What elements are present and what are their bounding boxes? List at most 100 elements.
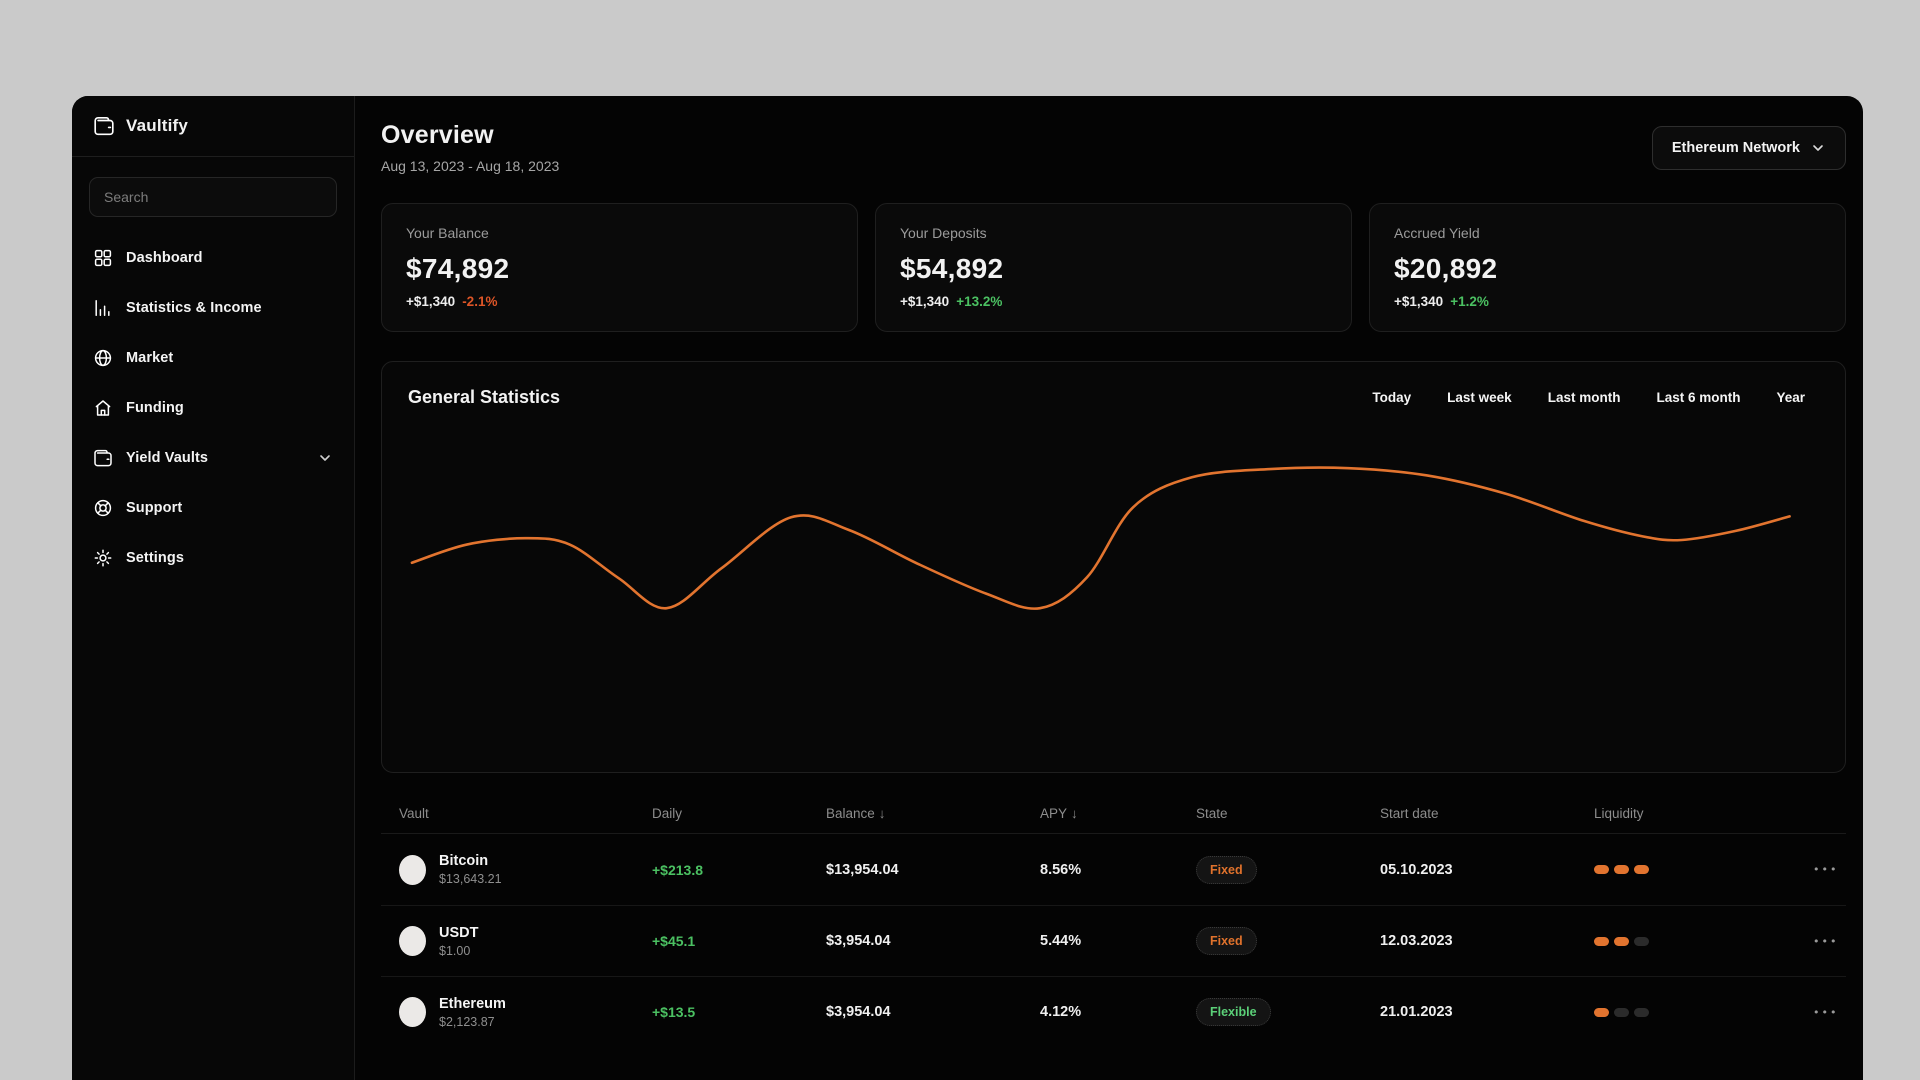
change-amount: +$1,340 bbox=[406, 294, 456, 309]
stat-card-change: +$1,340 +13.2% bbox=[900, 294, 1327, 309]
vault-cell: Bitcoin $13,643.21 bbox=[399, 853, 652, 886]
column-header-vault: Vault bbox=[399, 806, 429, 821]
network-selector[interactable]: Ethereum Network bbox=[1651, 126, 1846, 170]
sidebar-item-label: Statistics & Income bbox=[126, 300, 262, 316]
column-header-daily: Daily bbox=[652, 806, 683, 821]
sort-desc-icon: ↓ bbox=[1071, 806, 1078, 821]
change-percent: +1.2% bbox=[1450, 294, 1489, 309]
stat-card-value: $20,892 bbox=[1394, 253, 1498, 284]
filter-year[interactable]: Year bbox=[1776, 390, 1805, 405]
grid-icon bbox=[93, 248, 113, 268]
liquidity-pill bbox=[1614, 1007, 1629, 1017]
vault-price: $13,643.21 bbox=[439, 872, 502, 886]
time-filters: Today Last week Last month Last 6 month Year bbox=[1372, 390, 1819, 405]
liquidity-pill bbox=[1614, 865, 1629, 874]
liquidity-indicator bbox=[1594, 1007, 1761, 1017]
row-menu-button[interactable]: ••• bbox=[1813, 864, 1838, 875]
apy-value: 8.56% bbox=[1040, 861, 1082, 878]
apy-value: 5.44% bbox=[1040, 933, 1082, 949]
row-menu-button[interactable]: ••• bbox=[1813, 1007, 1838, 1018]
app-window: Vaultify Dashboard Statistics & Income Mar… bbox=[72, 96, 1863, 1080]
gear-icon bbox=[93, 548, 113, 568]
sidebar-item-funding[interactable]: Funding bbox=[72, 383, 354, 433]
liquidity-indicator bbox=[1594, 865, 1761, 874]
liquidity-pill bbox=[1594, 1007, 1609, 1017]
date-range: Aug 13, 2023 - Aug 18, 2023 bbox=[381, 158, 560, 174]
wallet-icon bbox=[93, 448, 113, 468]
start-date: 21.01.2023 bbox=[1380, 1004, 1453, 1020]
filter-today[interactable]: Today bbox=[1372, 390, 1411, 405]
table-row-ethereum[interactable]: Ethereum $2,123.87 +$13.5 $3,954.04 4.12% Fle… bbox=[381, 976, 1846, 1047]
barchart-icon bbox=[93, 298, 113, 318]
column-header-apy[interactable]: APY ↓ bbox=[1040, 806, 1196, 821]
sidebar-item-support[interactable]: Support bbox=[72, 483, 354, 533]
daily-change: +$213.8 bbox=[652, 861, 703, 878]
statistics-line-chart bbox=[408, 430, 1819, 730]
table-row-usdt[interactable]: USDT $1.00 +$45.1 $3,954.04 5.44% Fixed 12.03.… bbox=[381, 905, 1846, 976]
liquidity-pill bbox=[1634, 1007, 1649, 1017]
stat-cards-row: Your Balance $74,892 +$1,340 -2.1% Your Depo… bbox=[381, 203, 1846, 332]
sidebar-item-label: Settings bbox=[126, 550, 184, 566]
liquidity-pill bbox=[1634, 936, 1649, 946]
statistics-title: General Statistics bbox=[408, 387, 561, 407]
state-badge: Fixed bbox=[1196, 927, 1257, 955]
sidebar-item-label: Funding bbox=[126, 400, 184, 416]
general-statistics-panel: General Statistics Today Last week Last mo… bbox=[381, 361, 1846, 773]
filter-last-6-month[interactable]: Last 6 month bbox=[1656, 390, 1740, 405]
column-header-liquidity: Liquidity bbox=[1594, 806, 1644, 821]
globe-icon bbox=[93, 348, 113, 368]
vault-name: USDT bbox=[439, 924, 479, 941]
sidebar-item-yield-vaults[interactable]: Yield Vaults bbox=[72, 433, 354, 483]
sidebar-item-settings[interactable]: Settings bbox=[72, 533, 354, 583]
change-amount: +$1,340 bbox=[1394, 294, 1444, 309]
coin-avatar bbox=[399, 997, 426, 1027]
row-menu-button[interactable]: ••• bbox=[1813, 936, 1838, 947]
vault-name: Bitcoin bbox=[439, 853, 489, 869]
stat-card-change: +$1,340 +1.2% bbox=[1394, 294, 1821, 309]
stat-card-accrued-yield: Accrued Yield $20,892 +$1,340 +1.2% bbox=[1369, 203, 1846, 332]
stat-card-value: $54,892 bbox=[900, 253, 1004, 284]
table-row-bitcoin[interactable]: Bitcoin $13,643.21 +$213.8 $13,954.04 8.56% F… bbox=[381, 834, 1846, 905]
search-input[interactable] bbox=[89, 177, 337, 217]
app-name: Vaultify bbox=[126, 116, 189, 135]
daily-change: +$45.1 bbox=[652, 933, 696, 949]
sidebar-item-dashboard[interactable]: Dashboard bbox=[72, 233, 354, 283]
statistics-header: General Statistics Today Last week Last mo… bbox=[408, 387, 1819, 408]
page-title: Overview bbox=[381, 121, 494, 149]
state-badge: Flexible bbox=[1196, 998, 1271, 1026]
vault-cell: Ethereum $2,123.87 bbox=[399, 996, 652, 1029]
state-badge: Fixed bbox=[1196, 855, 1257, 884]
app-logo: Vaultify bbox=[72, 96, 354, 157]
stat-card-change: +$1,340 -2.1% bbox=[406, 294, 833, 309]
sort-desc-icon: ↓ bbox=[878, 806, 886, 821]
sidebar-item-label: Market bbox=[126, 350, 174, 366]
chevron-down-icon bbox=[1810, 140, 1826, 156]
sidebar-item-market[interactable]: Market bbox=[72, 333, 354, 383]
stat-card-label: Accrued Yield bbox=[1394, 225, 1480, 241]
table-body: Bitcoin $13,643.21 +$213.8 $13,954.04 8.56% F… bbox=[381, 834, 1846, 1047]
vault-cell: USDT $1.00 bbox=[399, 925, 652, 958]
column-header-start-date: Start date bbox=[1380, 806, 1439, 821]
sidebar-item-label: Yield Vaults bbox=[126, 450, 209, 466]
vault-name: Ethereum bbox=[439, 995, 506, 1012]
daily-change: +$13.5 bbox=[652, 1004, 696, 1020]
vault-price: $2,123.87 bbox=[439, 1014, 495, 1029]
sidebar-item-statistics-income[interactable]: Statistics & Income bbox=[72, 283, 354, 333]
lifebuoy-icon bbox=[93, 498, 113, 518]
vault-price: $1.00 bbox=[439, 943, 471, 958]
sidebar-nav: Dashboard Statistics & Income Market Fundin… bbox=[72, 233, 354, 583]
filter-last-week[interactable]: Last week bbox=[1447, 390, 1512, 405]
stat-card-your-balance: Your Balance $74,892 +$1,340 -2.1% bbox=[381, 203, 858, 332]
liquidity-pill bbox=[1594, 865, 1609, 874]
coin-avatar bbox=[399, 926, 426, 956]
sidebar-item-label: Support bbox=[126, 500, 183, 516]
liquidity-pill bbox=[1594, 936, 1609, 946]
wallet-logo-icon bbox=[93, 115, 115, 137]
change-percent: +13.2% bbox=[956, 294, 1003, 309]
sidebar: Vaultify Dashboard Statistics & Income Mar… bbox=[72, 96, 355, 1080]
column-header-balance[interactable]: Balance ↓ bbox=[826, 806, 1040, 821]
balance-value: $3,954.04 bbox=[826, 1004, 891, 1020]
change-amount: +$1,340 bbox=[900, 294, 950, 309]
filter-last-month[interactable]: Last month bbox=[1548, 390, 1621, 405]
liquidity-indicator bbox=[1594, 936, 1761, 946]
